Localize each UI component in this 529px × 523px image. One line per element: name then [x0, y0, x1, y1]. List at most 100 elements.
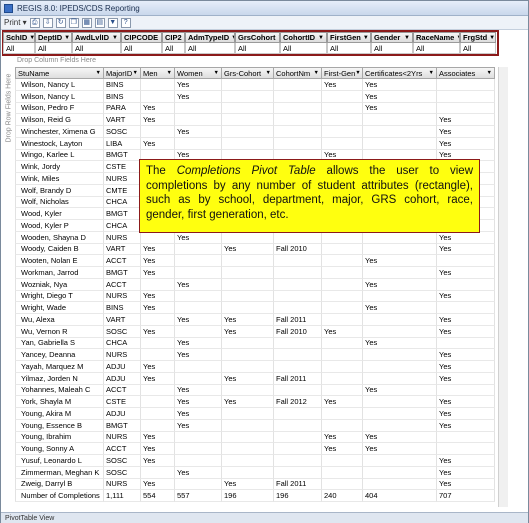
table-row: Winchester, Ximena G SOSC Yes Yes [15, 126, 495, 138]
table-cell [322, 466, 363, 479]
table-cell: SOSC [104, 466, 141, 479]
print-icon[interactable]: ⎙ [29, 17, 40, 28]
filter-button-firstgen[interactable]: FirstGen ▼ [327, 32, 371, 43]
filter-value[interactable]: All [371, 43, 413, 54]
pivot-body: Wilson, Nancy L BINS Yes Yes Yes Wilson, Nanc… [15, 79, 495, 502]
filter-label: Gender [374, 33, 401, 42]
filter-value[interactable]: All [121, 43, 162, 54]
table-cell: Yes [363, 255, 437, 267]
table-cell: Yes [141, 325, 175, 338]
filter-value[interactable]: All [460, 43, 496, 54]
table-cell: Yes [175, 126, 222, 138]
filter-button-frgstd[interactable]: FrgStd ▼ [460, 32, 496, 43]
filter-button-deptid[interactable]: DeptID ▼ [35, 32, 72, 43]
column-header-label: First-Gen [324, 68, 356, 78]
filter-value[interactable]: All [413, 43, 460, 54]
table-cell [175, 102, 222, 115]
table-cell: Yes [141, 255, 175, 267]
table-cell [222, 267, 274, 279]
filter-value[interactable]: All [235, 43, 280, 54]
table-cell: Wu, Alexa [15, 314, 104, 326]
table-cell [322, 102, 363, 115]
table-cell: NURS [104, 231, 141, 244]
copy-icon[interactable]: ❐ [68, 17, 79, 28]
filter-value[interactable]: All [3, 43, 35, 54]
table-cell [274, 137, 322, 150]
table-cell: ACCT [104, 443, 141, 455]
column-header[interactable]: MajorID ▼ [104, 67, 141, 79]
filter-button-cip2[interactable]: CIP2▼ [162, 32, 185, 43]
table-row: Wilson, Reid G VART Yes Yes [15, 114, 495, 126]
table-cell [222, 455, 274, 467]
table-cell [274, 408, 322, 420]
column-header[interactable]: CohortNm ▼ [274, 67, 322, 79]
column-header[interactable]: StuName ▼ [15, 67, 104, 79]
table-cell [437, 443, 495, 455]
filter-value[interactable]: All [35, 43, 72, 54]
table-cell [175, 443, 222, 455]
table-cell: Wright, Diego T [15, 290, 104, 303]
chart-icon[interactable]: ▤ [94, 17, 105, 28]
column-header[interactable]: First-Gen ▼ [322, 67, 363, 79]
table-row: Wilson, Pedro F PARA Yes Yes [15, 102, 495, 115]
column-header[interactable]: Grs-Cohort ▼ [222, 67, 274, 79]
table-cell [222, 126, 274, 138]
table-cell [322, 314, 363, 326]
table-cell: Yes [175, 79, 222, 91]
column-header-label: Certificates<2Yrs [365, 68, 423, 78]
filter-value[interactable]: All [162, 43, 185, 54]
filter-button-cipcode[interactable]: CIPCODE▼ [121, 32, 162, 43]
filter-button-awdlvlid[interactable]: AwdLvlID ▼ [72, 32, 121, 43]
table-icon[interactable]: ▦ [81, 17, 92, 28]
filter-icon[interactable]: ▼ [107, 17, 118, 28]
totals-cell: 557 [175, 490, 222, 502]
table-cell [363, 396, 437, 408]
table-cell: Yes [141, 372, 175, 385]
table-cell: Yes [322, 396, 363, 408]
pivot-table: StuName ▼ MajorID ▼ Men ▼ Women ▼ Grs-Cohort ▼ Coh… [15, 67, 495, 502]
pivot-header-row: StuName ▼ MajorID ▼ Men ▼ Women ▼ Grs-Cohort ▼ Coh… [15, 67, 495, 79]
table-cell: Yes [141, 102, 175, 115]
filter-button-schid[interactable]: SchID ▼ [3, 32, 35, 43]
vertical-scrollbar[interactable] [498, 67, 508, 507]
table-cell: Young, Essence B [15, 419, 104, 432]
totals-cell: 707 [437, 490, 495, 502]
table-cell: Yes [175, 396, 222, 408]
column-header[interactable]: Women ▼ [175, 67, 222, 79]
table-cell: Zweig, Darryl B [15, 478, 104, 491]
filter-label: FrgStd [463, 33, 488, 42]
table-cell: Yes [363, 384, 437, 397]
chevron-down-icon: ▼ [132, 70, 138, 76]
column-header-label: Associates [439, 68, 476, 78]
column-header[interactable]: Associates ▼ [437, 67, 495, 79]
column-header[interactable]: Men ▼ [141, 67, 175, 79]
column-header[interactable]: Certificates<2Yrs ▼ [363, 67, 437, 79]
refresh-icon[interactable]: ↻ [55, 17, 66, 28]
filter-value[interactable]: All [185, 43, 235, 54]
table-cell: Yes [175, 278, 222, 291]
drop-row-fields-area[interactable]: Drop Row Fields Here [3, 67, 14, 147]
table-cell: Wilson, Nancy L [15, 90, 104, 103]
filter-value[interactable]: All [280, 43, 327, 54]
filter-value[interactable]: All [327, 43, 371, 54]
print-menu[interactable]: Print ▾ [4, 18, 27, 28]
filter-button-grscohort[interactable]: GrsCohort▼ [235, 32, 280, 43]
table-cell: SOSC [104, 455, 141, 467]
totals-cell: 404 [363, 490, 437, 502]
filter-button-admtypeid[interactable]: AdmTypeID▼ [185, 32, 235, 43]
table-cell [274, 302, 322, 314]
filter-button-cohortid[interactable]: CohortID ▼ [280, 32, 327, 43]
table-cell: Wood, Kyler P [15, 220, 104, 232]
help-icon[interactable]: ? [120, 17, 131, 28]
table-cell [322, 290, 363, 303]
export-icon[interactable]: ⇩ [42, 17, 53, 28]
filter-button-racename[interactable]: RaceName▼ [413, 32, 460, 43]
table-cell [437, 90, 495, 103]
filter-button-gender[interactable]: Gender ▼ [371, 32, 413, 43]
chevron-down-icon: ▼ [318, 34, 324, 41]
table-cell [222, 302, 274, 314]
drop-column-fields-area[interactable]: Drop Column Fields Here [15, 57, 495, 67]
totals-cell: Number of Completions [15, 490, 104, 502]
table-row: Young, Ibrahim NURS Yes Yes Yes [15, 431, 495, 444]
filter-value[interactable]: All [72, 43, 121, 54]
